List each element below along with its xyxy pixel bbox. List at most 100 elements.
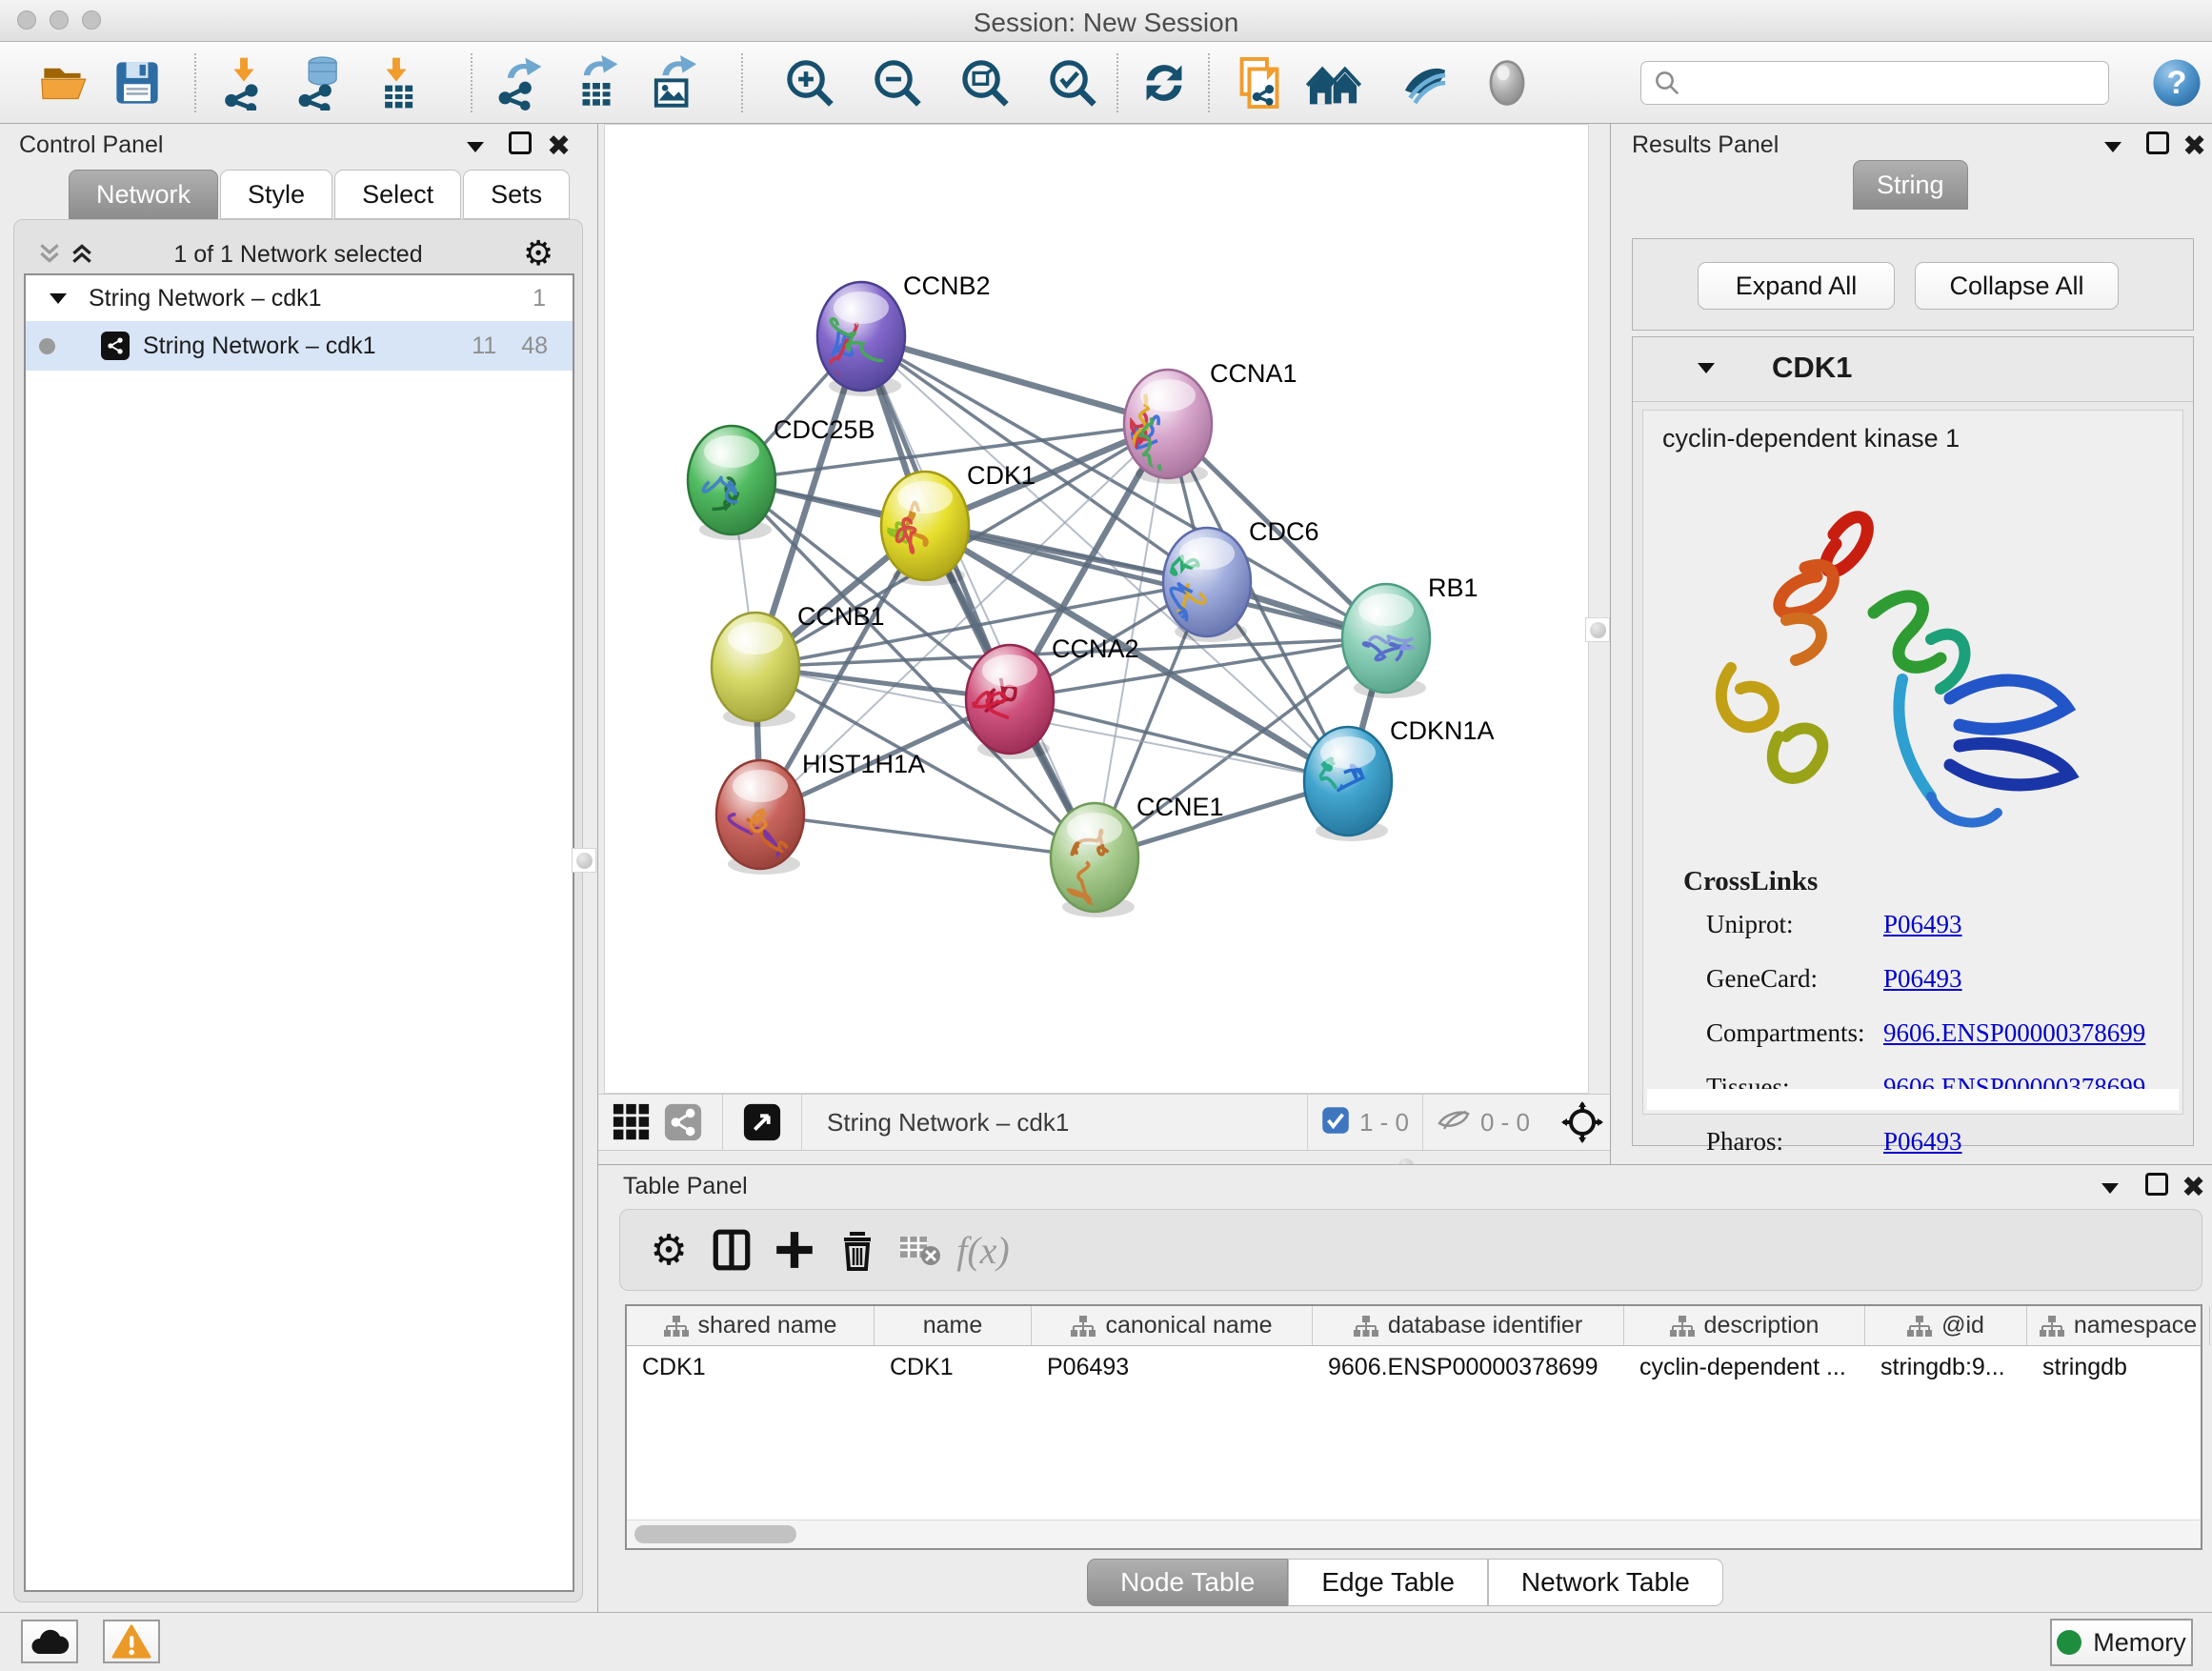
column-header-database-identifier[interactable]: database identifier [1313,1306,1624,1345]
export-network-icon[interactable] [492,54,549,111]
network-collection-row[interactable]: String Network – cdk1 1 [26,275,573,321]
zoom-selected-icon[interactable] [1044,54,1101,111]
tab-network-table[interactable]: Network Table [1488,1559,1723,1606]
tab-select[interactable]: Select [334,170,461,219]
detail-scroll-strip[interactable] [1647,1089,2179,1110]
protein-entry-header[interactable]: CDK1 [1633,337,2193,402]
table-panel-float-icon[interactable] [2145,1173,2168,1196]
string-network-graph[interactable]: CCNB2CCNA1CDC25BCDK1CDC6RB1CCNB1CCNA2CDK… [605,125,1588,1093]
save-session-icon[interactable] [109,54,166,111]
zoom-fit-content-icon[interactable] [956,54,1014,111]
birdseye-view-icon[interactable] [736,1094,788,1151]
tab-sets[interactable]: Sets [463,170,570,219]
column-header-namespace[interactable]: namespace [2027,1306,2210,1345]
table-row[interactable]: CDK1CDK1P064939606.ENSP00000378699cyclin… [627,1346,2201,1388]
column-header--id[interactable]: @id [1865,1306,2027,1345]
column-header-shared-name[interactable]: shared name [627,1306,875,1345]
column-header-label: description [1704,1312,1820,1339]
import-network-from-database-icon[interactable] [292,54,349,111]
right-splitter-handle[interactable] [1585,617,1610,642]
crosslink-link[interactable]: P06493 [1883,964,1962,994]
grid-view-icon[interactable] [606,1094,657,1151]
import-network-file-icon[interactable] [215,54,272,111]
table-body: CDK1CDK1P064939606.ENSP00000378699cyclin… [627,1346,2201,1388]
node-CDKN1A[interactable]: CDKN1A [1304,716,1495,841]
function-builder-icon[interactable]: f(x) [952,1221,1015,1278]
bar-separator [1422,1095,1423,1150]
zoom-in-icon[interactable] [781,54,838,111]
expand-all-button[interactable]: Expand All [1698,262,1895,310]
show-hidden-icon[interactable] [1478,54,1536,111]
export-table-icon[interactable] [568,54,625,111]
node-CCNB2[interactable]: CCNB2 [817,272,991,396]
crosslink-link[interactable]: P06493 [1883,910,1962,939]
left-splitter-handle[interactable] [572,848,596,873]
node-CCNE1[interactable]: CCNE1 [1051,793,1224,917]
results-panel-collapse-icon[interactable] [2102,139,2123,159]
table-toolbar: ⚙ f(x) [619,1209,2202,1291]
node-RB1[interactable]: RB1 [1342,574,1478,698]
help-icon[interactable]: ? [2151,57,2202,113]
column-header-description[interactable]: description [1624,1306,1865,1345]
delete-column-trash-icon[interactable] [826,1221,889,1278]
show-columns-icon[interactable] [700,1221,763,1278]
crosslink-label: GeneCard: [1706,964,1883,994]
crosslink-link[interactable]: 9606.ENSP00000378699 [1883,1018,2145,1048]
import-table-file-icon[interactable] [368,54,425,111]
scrollbar-thumb[interactable] [634,1525,796,1543]
control-panel-float-icon[interactable] [509,131,532,154]
column-header-name[interactable]: name [875,1306,1032,1345]
clone-network-icon[interactable] [1231,54,1288,111]
table-panel-close-icon[interactable]: ✖ [2182,1171,2205,1204]
control-panel-collapse-icon[interactable] [465,139,486,159]
create-column-plus-icon[interactable] [763,1221,826,1278]
search-box [1640,61,2109,105]
entry-expander-icon[interactable] [1696,360,1717,380]
zoom-out-icon[interactable] [869,54,926,111]
delete-table-icon[interactable] [889,1221,952,1278]
tab-edge-table[interactable]: Edge Table [1288,1559,1488,1606]
crosshair-icon[interactable] [1555,1094,1610,1151]
results-panel-close-icon[interactable]: ✖ [2182,130,2206,163]
show-all-networks-overview-icon[interactable] [1305,54,1362,111]
node-CDK1[interactable]: CDK1 [881,461,1036,586]
table-horizontal-scrollbar[interactable] [627,1520,2201,1548]
export-image-icon[interactable] [644,54,701,111]
results-panel-float-icon[interactable] [2146,131,2169,154]
tab-node-table[interactable]: Node Table [1087,1559,1288,1606]
node-CDC6[interactable]: CDC6 [1156,517,1319,642]
collapse-all-button[interactable]: Collapse All [1915,262,2119,310]
tab-network[interactable]: Network [69,170,218,219]
bar-separator [1307,1095,1308,1150]
node-CCNB1[interactable]: CCNB1 [712,602,885,727]
table-panel-collapse-icon[interactable] [2100,1180,2121,1200]
tab-string[interactable]: String [1853,160,1968,210]
hide-selected-icon[interactable] [1397,54,1454,111]
update-network-icon[interactable] [1136,54,1193,111]
network-canvas[interactable]: CCNB2CCNA1CDC25BCDK1CDC6RB1CCNB1CCNA2CDK… [604,124,1589,1094]
search-input[interactable] [1681,70,2091,97]
network-list-options-gear-icon[interactable]: ⚙ [523,233,553,273]
collection-expander-icon[interactable] [49,285,68,312]
warning-status-button[interactable] [103,1620,160,1663]
network-share-view-icon[interactable] [657,1094,709,1151]
memory-button[interactable]: Memory [2050,1619,2193,1666]
collection-count: 1 [533,285,546,312]
table-panel-title: Table Panel [623,1173,748,1200]
hidden-eye-slash-icon[interactable] [1437,1106,1471,1139]
cloud-status-button[interactable] [21,1620,78,1663]
crosslink-link[interactable]: P06493 [1883,1127,1962,1157]
control-panel-tabs: NetworkStyleSelectSets [69,170,572,219]
crosslink-row: Pharos:P06493 [1706,1127,2163,1157]
table-settings-gear-icon[interactable]: ⚙ [637,1221,700,1278]
network-row[interactable]: String Network – cdk1 11 48 [26,321,573,371]
control-panel-close-icon[interactable]: ✖ [547,130,571,163]
selected-checkbox-icon[interactable] [1321,1106,1350,1139]
node-HIST1H1A[interactable]: HIST1H1A [716,750,925,885]
column-header-canonical-name[interactable]: canonical name [1032,1306,1313,1345]
node-label-CDKN1A: CDKN1A [1390,716,1495,745]
open-session-icon[interactable] [36,54,93,111]
toolbar-separator [1116,53,1118,112]
tab-style[interactable]: Style [220,170,332,219]
node-CCNA2[interactable]: CCNA2 [966,634,1139,759]
